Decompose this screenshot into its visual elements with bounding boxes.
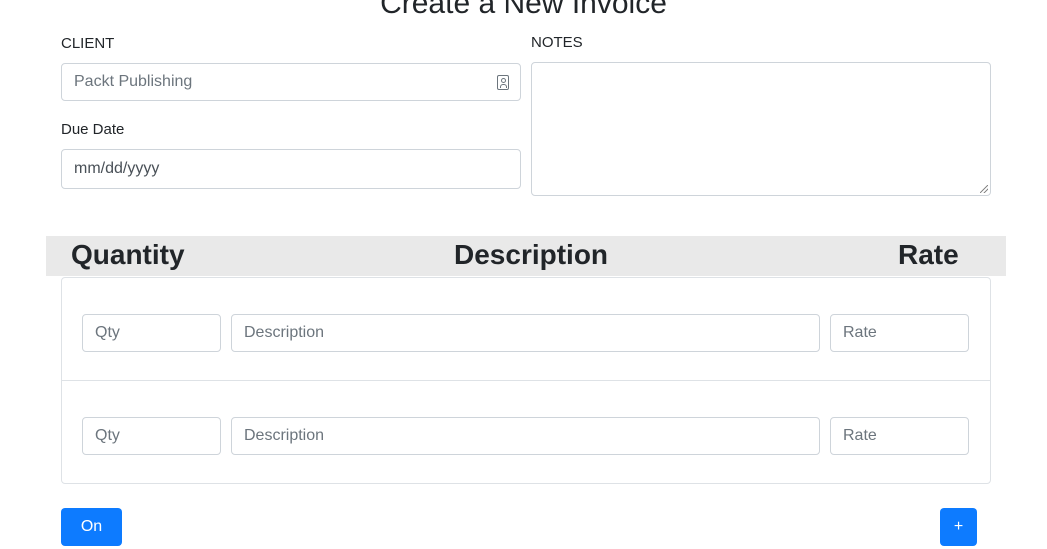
- description-placeholder: Description: [244, 324, 325, 341]
- rate-input[interactable]: Rate: [830, 314, 969, 352]
- on-button[interactable]: On: [61, 508, 122, 546]
- page-title: Create a New Invoice: [380, 0, 667, 20]
- header-rate: Rate: [898, 239, 959, 270]
- due-date-input[interactable]: mm/dd/yyyy: [61, 149, 521, 189]
- header-quantity: Quantity: [71, 239, 185, 270]
- items-header: Quantity Description Rate: [46, 236, 1006, 276]
- rate-placeholder: Rate: [843, 427, 877, 444]
- qty-placeholder: Qty: [95, 324, 120, 341]
- on-button-label: On: [80, 518, 103, 535]
- notes-label: NOTES: [531, 34, 583, 51]
- due-date-placeholder: mm/dd/yyyy: [74, 160, 160, 177]
- notes-textarea[interactable]: [531, 62, 991, 196]
- description-input[interactable]: Description: [231, 417, 820, 455]
- contact-card-icon[interactable]: [497, 75, 509, 90]
- rate-placeholder: Rate: [843, 324, 877, 341]
- description-input[interactable]: Description: [231, 314, 820, 352]
- add-row-button[interactable]: +: [940, 508, 977, 546]
- due-date-label: Due Date: [61, 121, 125, 138]
- client-input-value: Packt Publishing: [74, 73, 193, 90]
- rate-input[interactable]: Rate: [830, 417, 969, 455]
- qty-input[interactable]: Qty: [82, 417, 221, 455]
- qty-input[interactable]: Qty: [82, 314, 221, 352]
- resize-grip-icon[interactable]: [980, 185, 988, 193]
- add-row-label: +: [953, 518, 964, 535]
- line-items: Qty Description Rate Qty Description Rat…: [61, 277, 991, 484]
- client-label: CLIENT: [61, 35, 115, 52]
- client-input[interactable]: Packt Publishing: [61, 63, 521, 101]
- qty-placeholder: Qty: [95, 427, 120, 444]
- row-divider: [62, 380, 990, 381]
- header-description: Description: [454, 239, 609, 270]
- description-placeholder: Description: [244, 427, 325, 444]
